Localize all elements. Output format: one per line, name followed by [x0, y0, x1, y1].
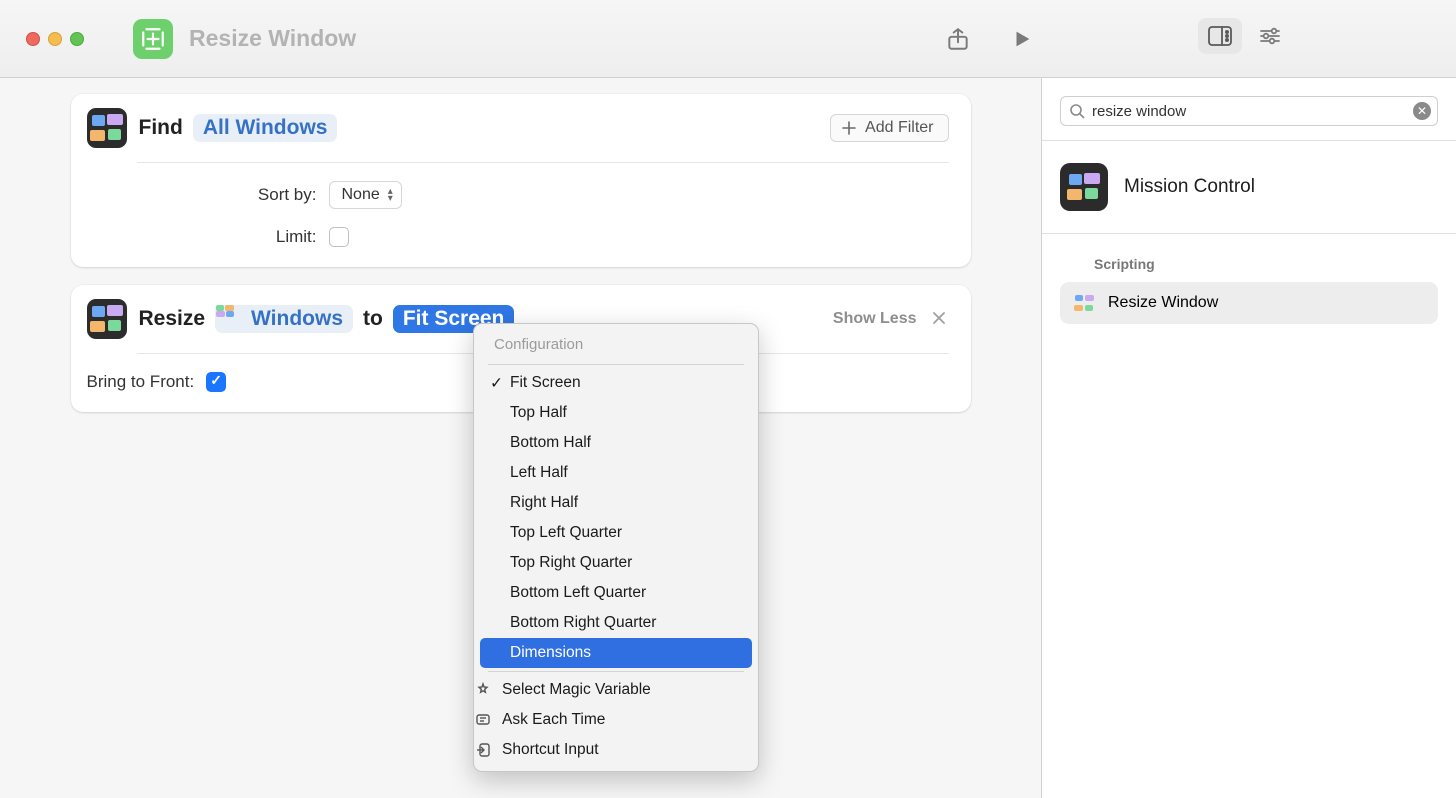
action-verb: Resize	[139, 307, 206, 331]
show-less-button[interactable]: Show Less	[833, 310, 917, 328]
menu-item-top-right-quarter[interactable]: Top Right Quarter	[480, 548, 752, 578]
add-filter-label: Add Filter	[865, 119, 933, 137]
menu-item-top-half[interactable]: Top Half	[480, 398, 752, 428]
close-window-button[interactable]	[26, 32, 40, 46]
mission-control-icon	[225, 311, 245, 327]
bring-to-front-checkbox[interactable]	[206, 372, 226, 392]
add-filter-button[interactable]: Add Filter	[830, 114, 948, 142]
menu-item-label: Ask Each Time	[502, 711, 605, 729]
menu-header: Configuration	[480, 330, 752, 361]
category-label: Mission Control	[1124, 176, 1255, 198]
action-item-label: Resize Window	[1108, 294, 1218, 312]
search-input-wrap[interactable]: ✕	[1060, 96, 1438, 126]
app-title: Resize Window	[189, 25, 356, 52]
menu-item-label: Select Magic Variable	[502, 681, 651, 699]
zoom-window-button[interactable]	[70, 32, 84, 46]
remove-action-button[interactable]	[931, 310, 949, 328]
action-find-windows[interactable]: Find All Windows Add Filter Sort by: Non…	[71, 94, 971, 267]
to-label: to	[363, 307, 383, 331]
action-item-resize-window[interactable]: Resize Window	[1060, 282, 1438, 324]
sort-by-select[interactable]: None ▴▾	[329, 181, 402, 209]
limit-label: Limit:	[137, 227, 317, 247]
mission-control-icon	[87, 299, 127, 339]
menu-item-icon	[474, 742, 492, 758]
mission-control-icon	[1072, 291, 1096, 315]
menu-item-ask-each-time[interactable]: Ask Each Time	[480, 705, 752, 735]
search-input[interactable]	[1085, 103, 1413, 120]
shortcut-app-icon	[133, 19, 173, 59]
category-mission-control[interactable]: Mission Control	[1042, 141, 1456, 233]
menu-item-label: Shortcut Input	[502, 741, 599, 759]
minimize-window-button[interactable]	[48, 32, 62, 46]
mission-control-icon	[1060, 163, 1108, 211]
token-windows-label: Windows	[251, 307, 343, 331]
action-verb: Find	[139, 116, 183, 140]
mission-control-icon	[87, 108, 127, 148]
menu-item-bottom-left-quarter[interactable]: Bottom Left Quarter	[480, 578, 752, 608]
menu-item-right-half[interactable]: Right Half	[480, 488, 752, 518]
section-header-scripting: Scripting	[1042, 234, 1456, 282]
token-windows-variable[interactable]: Windows	[215, 305, 353, 333]
menu-item-icon	[474, 712, 492, 728]
limit-checkbox[interactable]	[329, 227, 349, 247]
menu-item-bottom-half[interactable]: Bottom Half	[480, 428, 752, 458]
menu-item-fit-screen[interactable]: Fit Screen	[480, 368, 752, 398]
menu-item-bottom-right-quarter[interactable]: Bottom Right Quarter	[480, 608, 752, 638]
settings-toggle[interactable]	[1248, 18, 1292, 54]
menu-item-top-left-quarter[interactable]: Top Left Quarter	[480, 518, 752, 548]
menu-item-shortcut-input[interactable]: Shortcut Input	[480, 735, 752, 765]
search-icon	[1069, 103, 1085, 119]
menu-item-left-half[interactable]: Left Half	[480, 458, 752, 488]
menu-item-icon	[474, 682, 492, 698]
window-controls	[26, 32, 84, 46]
menu-item-dimensions[interactable]: Dimensions	[480, 638, 752, 668]
clear-search-button[interactable]: ✕	[1413, 102, 1431, 120]
titlebar: Resize Window	[0, 0, 1456, 78]
sort-by-value: None	[342, 186, 380, 204]
token-all-windows[interactable]: All Windows	[193, 114, 338, 142]
actions-library-panel: ✕ Mission Control Scripting Resize Windo…	[1042, 78, 1456, 798]
share-button[interactable]	[944, 25, 972, 53]
dropdown-arrows-icon: ▴▾	[388, 188, 393, 202]
menu-item-select-magic-variable[interactable]: Select Magic Variable	[480, 675, 752, 705]
run-button[interactable]	[1008, 25, 1036, 53]
sort-by-label: Sort by:	[137, 185, 317, 205]
bring-to-front-label: Bring to Front:	[87, 372, 195, 392]
library-toggle[interactable]	[1198, 18, 1242, 54]
config-popup-menu: Configuration Fit ScreenTop HalfBottom H…	[473, 323, 759, 772]
